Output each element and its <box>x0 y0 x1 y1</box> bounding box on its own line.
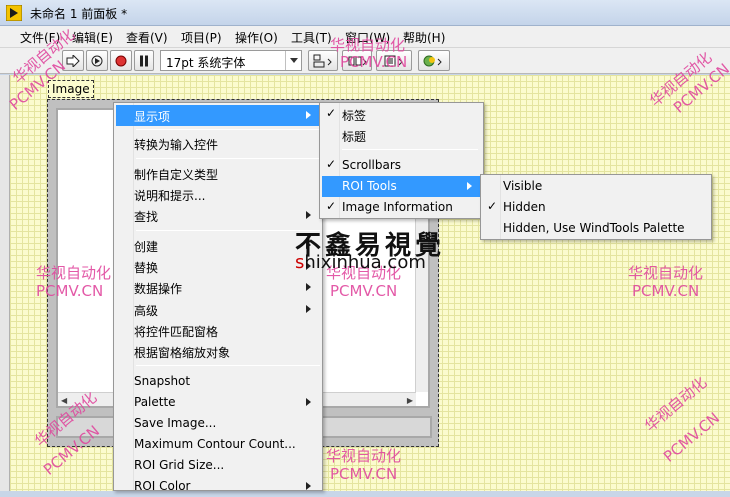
roi-tools-submenu: Visible ✓ Hidden Hidden, Use WindTools P… <box>480 174 712 240</box>
submenu-arrow-icon <box>306 211 311 219</box>
submenu-arrow-icon <box>306 398 311 406</box>
menu-item-visible-items[interactable]: 显示项 <box>116 105 320 126</box>
menu-item-roi-hidden-windtools[interactable]: Hidden, Use WindTools Palette <box>483 218 709 239</box>
align-icon <box>313 54 332 67</box>
submenu-arrow-icon <box>467 182 472 190</box>
context-menu: 显示项 转换为输入控件 制作自定义类型 说明和提示... 查找 创建 替换 数据… <box>113 102 323 493</box>
menu-item-roi-visible[interactable]: Visible <box>483 176 709 197</box>
title-bar: 未命名 1 前面板 * <box>0 0 730 26</box>
visible-items-submenu: ✓ 标签 标题 ✓ Scrollbars ROI Tools ✓ Image I… <box>319 102 484 219</box>
menu-item-palette[interactable]: Palette <box>116 392 320 413</box>
scroll-right-icon[interactable]: ▶ <box>407 396 413 405</box>
menu-item-image-information[interactable]: ✓ Image Information <box>322 197 481 218</box>
check-icon: ✓ <box>487 199 498 213</box>
watermark-en: PCMV.CN <box>340 53 408 71</box>
watermark-cn: 华视自动化 <box>326 447 402 465</box>
menu-tools[interactable]: 工具(T) <box>291 29 332 46</box>
menu-help[interactable]: 帮助(H) <box>403 29 445 46</box>
menu-item-roi-color[interactable]: ROI Color <box>116 476 320 497</box>
check-icon: ✓ <box>326 106 337 120</box>
menu-item-save-image[interactable]: Save Image... <box>116 413 320 434</box>
site-url-watermark: shixinhua.com <box>295 252 426 273</box>
menu-item-roi-hidden[interactable]: ✓ Hidden <box>483 197 709 218</box>
submenu-arrow-icon <box>306 111 311 119</box>
submenu-arrow-icon <box>306 305 311 313</box>
stop-icon <box>115 55 127 66</box>
menu-item-scale-object-with-pane[interactable]: 根据窗格缩放对象 <box>116 341 320 362</box>
pause-button[interactable] <box>134 50 154 71</box>
image-control-label[interactable]: Image <box>48 80 94 98</box>
menu-operate[interactable]: 操作(O) <box>235 29 278 46</box>
menu-item-data-operations[interactable]: 数据操作 <box>116 277 320 298</box>
menu-item-advanced[interactable]: 高级 <box>116 299 320 320</box>
watermark-cn: 华视自动化 <box>628 264 704 282</box>
menu-item-snapshot[interactable]: Snapshot <box>116 371 320 392</box>
reorder-button[interactable] <box>418 50 450 71</box>
run-arrow-icon <box>66 54 80 67</box>
watermark-cn: 华视自动化 <box>36 264 112 282</box>
menu-item-max-contour-count[interactable]: Maximum Contour Count... <box>116 434 320 455</box>
font-select-value: 17pt 系统字体 <box>166 56 246 70</box>
menu-item-create[interactable]: 创建 <box>116 235 320 256</box>
check-icon: ✓ <box>326 199 337 213</box>
watermark-en: PCMV.CN <box>330 282 398 300</box>
watermark-en: PCMV.CN <box>632 282 700 300</box>
watermark-cn: 华视自动化 <box>330 36 406 54</box>
watermark-en: PCMV.CN <box>330 465 398 483</box>
labview-app-icon <box>6 5 22 21</box>
check-icon: ✓ <box>326 157 337 171</box>
submenu-arrow-icon <box>306 482 311 490</box>
menu-item-roi-grid-size[interactable]: ROI Grid Size... <box>116 455 320 476</box>
menu-item-change-to-control[interactable]: 转换为输入控件 <box>116 133 320 154</box>
menu-item-description-tip[interactable]: 说明和提示... <box>116 184 320 205</box>
pause-icon <box>140 55 148 66</box>
menu-view[interactable]: 查看(V) <box>126 29 168 46</box>
menu-item-roi-tools[interactable]: ROI Tools <box>322 176 481 197</box>
reorder-icon <box>423 55 442 66</box>
run-continuously-button[interactable] <box>86 50 108 71</box>
run-continuously-icon <box>91 55 103 66</box>
menu-item-caption[interactable]: 标题 <box>322 125 481 146</box>
menu-project[interactable]: 项目(P) <box>181 29 222 46</box>
chevron-down-icon <box>285 51 301 70</box>
menu-item-find[interactable]: 查找 <box>116 205 320 226</box>
watermark-en: PCMV.CN <box>36 282 104 300</box>
window-title: 未命名 1 前面板 * <box>30 7 128 21</box>
menu-edit[interactable]: 编辑(E) <box>72 29 113 46</box>
menu-item-replace[interactable]: 替换 <box>116 256 320 277</box>
font-select[interactable]: 17pt 系统字体 <box>160 50 302 71</box>
menu-item-fit-control-to-pane[interactable]: 将控件匹配窗格 <box>116 320 320 341</box>
submenu-arrow-icon <box>306 283 311 291</box>
abort-button[interactable] <box>110 50 132 71</box>
menu-item-label[interactable]: ✓ 标签 <box>322 104 481 125</box>
menu-item-scrollbars[interactable]: ✓ Scrollbars <box>322 155 481 176</box>
menu-item-make-type-def[interactable]: 制作自定义类型 <box>116 163 320 184</box>
panel-left-border <box>0 75 10 491</box>
